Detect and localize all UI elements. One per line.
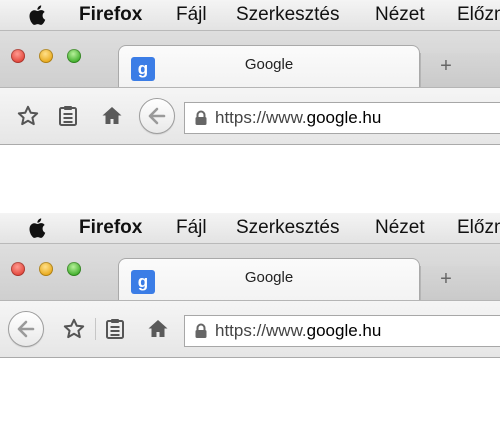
navigation-toolbar: https://www.google.hu (0, 300, 500, 358)
new-tab-area (420, 266, 500, 300)
home-icon[interactable] (100, 104, 124, 128)
menu-bar: Firefox Fájl Szerkesztés Nézet Előzm (0, 213, 500, 244)
apple-icon[interactable] (26, 216, 50, 240)
bookmarks-list-icon[interactable] (56, 104, 80, 128)
new-tab-area (420, 53, 500, 87)
zoom-window-button[interactable] (67, 49, 81, 63)
menu-app-firefox[interactable]: Firefox (79, 4, 142, 26)
new-tab-button[interactable]: + (436, 268, 456, 292)
new-tab-button[interactable]: + (436, 55, 456, 79)
menu-app-firefox[interactable]: Firefox (79, 217, 142, 239)
url-bar[interactable]: https://www.google.hu (184, 315, 500, 347)
tab-strip: g Google + (0, 31, 500, 90)
menu-edit[interactable]: Szerkesztés (236, 217, 339, 239)
menu-view[interactable]: Nézet (375, 217, 425, 239)
menu-view[interactable]: Nézet (375, 4, 425, 26)
navigation-toolbar: https://www.google.hu (0, 87, 500, 145)
menu-history[interactable]: Előzm (457, 217, 500, 239)
tab-strip: g Google + (0, 244, 500, 303)
tab-title: Google (244, 269, 294, 286)
home-icon[interactable] (146, 317, 170, 341)
back-button[interactable] (8, 311, 44, 347)
minimize-window-button[interactable] (39, 49, 53, 63)
browser-window-top: Firefox Fájl Szerkesztés Nézet Előzm g G… (0, 0, 500, 145)
tab-google[interactable]: g Google (118, 258, 420, 303)
menu-history[interactable]: Előzm (457, 4, 500, 26)
back-arrow-icon (148, 107, 166, 125)
lock-icon[interactable] (193, 323, 209, 339)
back-arrow-icon (17, 320, 35, 338)
browser-window-bottom: Firefox Fájl Szerkesztés Nézet Előzm g G… (0, 213, 500, 359)
tab-google[interactable]: g Google (118, 45, 420, 90)
menu-bar: Firefox Fájl Szerkesztés Nézet Előzm (0, 0, 500, 31)
menu-file[interactable]: Fájl (176, 4, 207, 26)
tab-title: Google (244, 56, 294, 73)
back-button[interactable] (139, 98, 175, 134)
bookmarks-list-icon[interactable] (103, 317, 127, 341)
url-bar[interactable]: https://www.google.hu (184, 102, 500, 134)
zoom-window-button[interactable] (67, 262, 81, 276)
close-window-button[interactable] (11, 49, 25, 63)
url-text: https://www.google.hu (215, 108, 382, 127)
toolbar-separator (95, 318, 96, 340)
minimize-window-button[interactable] (39, 262, 53, 276)
close-window-button[interactable] (11, 262, 25, 276)
lock-icon[interactable] (193, 110, 209, 126)
bookmark-star-icon[interactable] (62, 317, 86, 341)
apple-icon[interactable] (26, 3, 50, 27)
menu-edit[interactable]: Szerkesztés (236, 4, 339, 26)
url-text: https://www.google.hu (215, 321, 382, 340)
menu-file[interactable]: Fájl (176, 217, 207, 239)
bookmark-star-icon[interactable] (16, 104, 40, 128)
